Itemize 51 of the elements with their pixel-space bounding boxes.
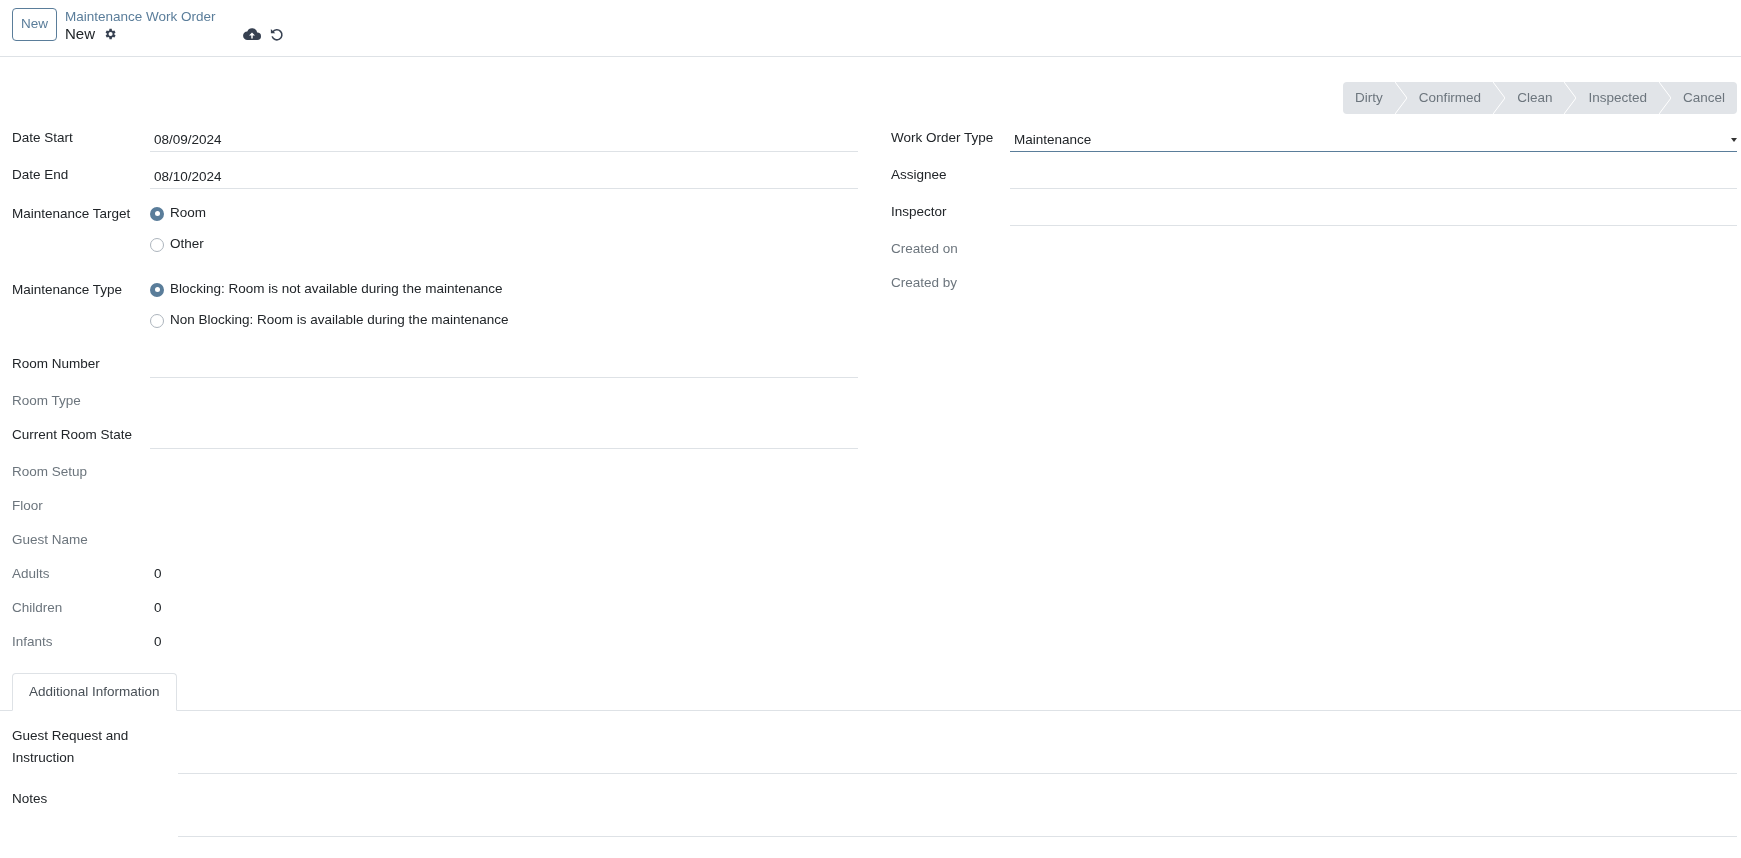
field-value: 0 (154, 566, 162, 581)
settings-icon[interactable] (103, 27, 118, 41)
field-label: Guest Name (12, 531, 89, 549)
field-label: Date End (12, 166, 70, 184)
radio-option[interactable]: Blocking: Room is not available during the maintenance (150, 274, 509, 305)
field-label: Infants (12, 633, 54, 651)
field-label: Inspector (891, 203, 948, 221)
field-label: Created on (891, 240, 959, 258)
chevron-separator (1394, 82, 1407, 114)
radio-button[interactable] (150, 313, 164, 328)
status-step[interactable]: Confirmed (1406, 82, 1494, 114)
chevron-separator (1493, 82, 1506, 114)
field-label: Adults (12, 565, 51, 583)
radio-option[interactable]: Other (150, 229, 206, 260)
radio-option[interactable]: Non Blocking: Room is available during the maintenance (150, 305, 509, 336)
undo-icon[interactable] (269, 26, 285, 42)
select-field[interactable]: Maintenance (1010, 124, 1737, 152)
field-label: Floor (12, 497, 44, 515)
radio-button[interactable] (150, 206, 164, 221)
radio-button[interactable] (150, 282, 164, 297)
chevron-separator (1564, 82, 1577, 114)
chevron-separator (1658, 82, 1671, 114)
field-label: Maintenance Target (12, 205, 132, 223)
status-step[interactable]: Dirty (1343, 82, 1395, 114)
cloud-upload-icon[interactable] (243, 27, 262, 41)
input-field[interactable]: 08/10/2024 (150, 161, 858, 189)
new-button[interactable]: New (12, 8, 57, 41)
field-value: 0 (154, 634, 162, 649)
radio-option[interactable]: Room (150, 198, 206, 229)
status-step[interactable]: Inspected (1576, 82, 1659, 114)
caret-icon[interactable] (1731, 138, 1737, 142)
breadcrumb-link[interactable]: Maintenance Work Order (65, 8, 285, 25)
status-step[interactable]: Cancel (1670, 82, 1737, 114)
field-label: Current Room State (12, 426, 134, 444)
field-label: Assignee (891, 166, 948, 184)
field-label: Children (12, 599, 64, 617)
field-label: Created by (891, 274, 959, 292)
status-step[interactable]: Clean (1505, 82, 1565, 114)
record-name: New (65, 25, 96, 43)
field-label: Maintenance Type (12, 281, 124, 299)
field-label: Date Start (12, 129, 74, 147)
radio-button[interactable] (150, 237, 164, 252)
field-label: Guest Request and Instruction (12, 727, 130, 767)
input-field[interactable]: 08/09/2024 (150, 124, 858, 152)
field-label: Room Setup (12, 463, 89, 481)
tab[interactable]: Additional Information (12, 673, 177, 711)
field-label: Room Number (12, 355, 101, 373)
field-value: 0 (154, 600, 162, 615)
field-label: Notes (12, 790, 49, 808)
field-label: Work Order Type (891, 129, 995, 147)
field-label: Room Type (12, 392, 82, 410)
